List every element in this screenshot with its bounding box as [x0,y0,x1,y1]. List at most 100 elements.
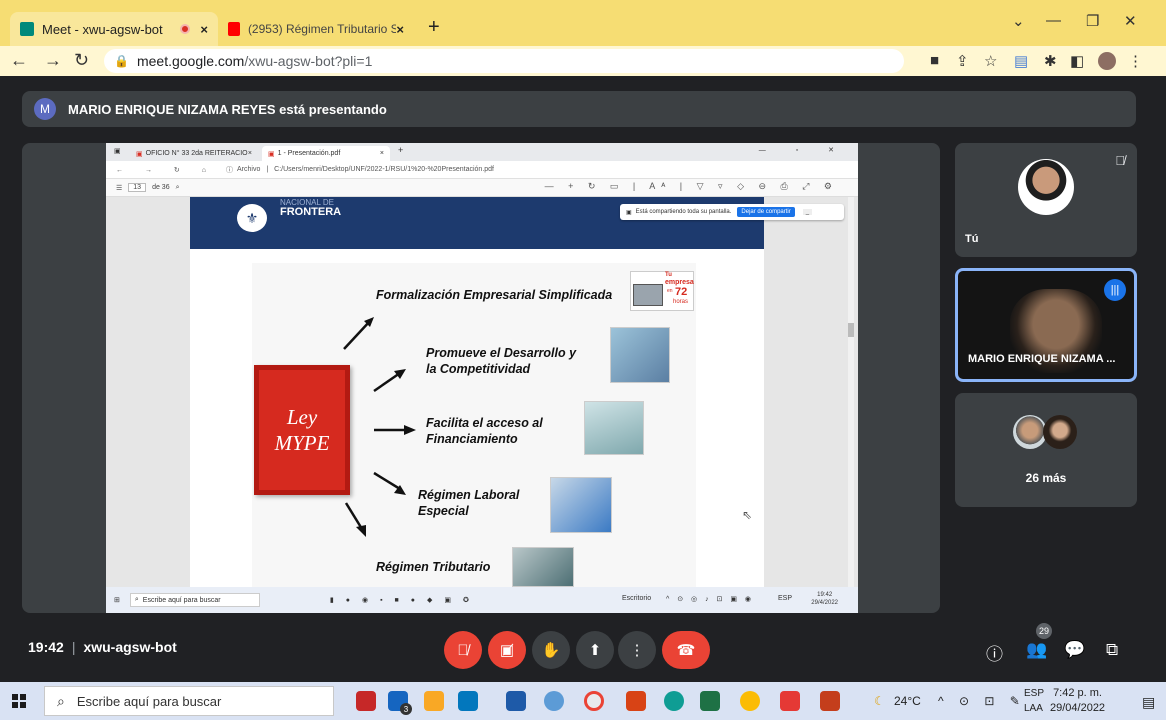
tab-search-chevron-icon[interactable]: ⌄ [1012,12,1025,30]
chrome-profile-icon[interactable] [740,691,760,711]
reload-icon[interactable]: ↻ [74,50,89,71]
search-icon: ⌕ [57,692,65,709]
more-participants-tile[interactable]: 26 más [955,393,1137,507]
system-clock[interactable]: 7:42 p. m. 29/04/2022 [1050,686,1105,716]
powerpoint-bookmark-icon[interactable] [626,691,646,711]
camera-off-icon: ▣̸ [499,642,515,659]
present-button[interactable]: ⬆ [576,631,614,669]
clock-time: 7:42 p. m. [1053,687,1102,699]
org-line-2: FRONTERA [280,206,342,218]
extensions-puzzle-icon[interactable]: ✱ [1044,52,1057,70]
url-path: /xwu-agsw-bot?pli=1 [244,53,373,69]
more-options-button[interactable]: ⋮ [618,631,656,669]
address-bar[interactable]: 🔒 meet.google.com/xwu-agsw-bot?pli=1 [104,49,904,73]
mail-app-icon[interactable] [356,691,376,711]
pdf-page-total: de 36 [152,184,170,191]
weather-temperature[interactable]: 24°C [894,694,921,708]
chrome-app-icon[interactable] [584,691,604,711]
taskbar-search-input[interactable]: ⌕ Escribe aquí para buscar [44,686,334,716]
mype-text: MYPE [274,431,330,455]
windows-taskbar: ⌕ Escribe aquí para buscar 3 ☾ 24°C ^ ⊙ … [0,682,1166,720]
office-workers-illustration [550,477,612,533]
shared-tab-presentacion-title: 1 - Presentación.pdf [277,150,341,157]
profile-avatar[interactable] [1098,52,1116,70]
leave-call-button[interactable]: ☎ [662,631,710,669]
windows-start-icon[interactable] [12,694,26,708]
archivo-label: Archivo [237,166,261,173]
meeting-details-info-icon[interactable]: ⓘ [986,640,1003,665]
present-screen-icon: ⬆ [588,642,602,659]
store-app-icon[interactable] [458,691,478,711]
edge-legacy-icon[interactable] [544,691,564,711]
outlook-app-icon[interactable]: 3 [388,691,412,715]
taskbar-search-placeholder: Escribe aquí para buscar [76,693,222,709]
mail-badge: 3 [400,703,412,715]
system-tray-icons[interactable]: ^ ⊙ ⊡ ✎ [938,694,1026,708]
meet-control-bar: 19:42 | xwu-agsw-bot 🎙̸ ▣̸ ✋ ⬆ ⋮ ☎ ⓘ 👥 29 … [0,623,1166,673]
self-name: Tú [965,233,979,245]
edge-app-icon[interactable] [664,691,684,711]
tab-meet-close-icon[interactable]: × [200,22,208,37]
slide-header: ⚜ NACIONAL DE FRONTERA ▣ Está compartien… [190,197,844,249]
shared-clock: 19:42 29/4/2022 [811,592,838,606]
chat-icon[interactable]: 💬 [1064,640,1085,660]
file-explorer-icon[interactable] [424,691,444,711]
tab-meet-title: Meet - xwu-agsw-bot [42,21,163,37]
raise-hand-button[interactable]: ✋ [532,631,570,669]
activities-icon[interactable]: ⧉ [1106,640,1118,660]
docs-extension-icon[interactable]: ▤ [1014,52,1028,70]
ley-text: Ley [286,405,318,429]
hang-up-icon: ☎ [676,642,696,659]
bookmark-star-icon[interactable]: ☆ [984,52,997,70]
pdf-scrollbar [848,197,854,587]
university-logo: ⚜ [234,201,270,235]
screen-share-notice: ▣ Está compartiendo toda su pantalla. De… [620,204,844,220]
shared-browser-window: ▣ ▣ OFICIO N° 33 2da REITERACIO × ▣ 1 - … [106,143,858,613]
meet-favicon-icon [20,22,34,36]
forward-arrow-icon[interactable]: → [44,50,62,71]
tab-youtube[interactable]: (2953) Régimen Tributario Sunat × [218,12,414,46]
close-window-button[interactable]: ✕ [1124,12,1137,30]
menu-kebab-icon[interactable]: ⋮ [1128,52,1143,70]
hide-notice-button: _ [802,209,813,215]
tab-youtube-close-icon[interactable]: × [396,22,404,37]
powerpoint-app-icon[interactable] [820,691,840,711]
slide-content: Ley MYPE Formalización Empresarial Simpl… [252,263,696,593]
back-arrow-icon[interactable]: ← [10,50,28,71]
ley-mype-box: Ley MYPE [254,365,350,495]
acrobat-app-icon[interactable] [780,691,800,711]
shared-tab-oficio: ▣ OFICIO N° 33 2da REITERACIO × [130,146,258,161]
language-indicator[interactable]: ESP LAA [1024,686,1044,716]
self-tile[interactable]: 🎙̸ Tú [955,143,1137,257]
item-laboral: Régimen Laboral Especial [418,488,520,518]
excel-app-icon[interactable] [700,691,720,711]
minimize-button[interactable]: — [1046,12,1061,29]
new-tab-button[interactable]: + [428,16,440,39]
notifications-icon[interactable]: ▤ [1142,694,1155,711]
shared-nav-icons: ← → ↻ ⌂ [116,166,216,174]
shared-windows-taskbar: ⊞ ⌕ Escribe aquí para buscar ▮●◉▪■●◆▣✪ E… [106,587,858,613]
camera-icon[interactable]: ■ [930,52,939,69]
weather-moon-icon[interactable]: ☾ [874,694,885,708]
pdf-slide: ⚜ NACIONAL DE FRONTERA ▣ Está compartien… [190,197,844,593]
restore-button[interactable]: ❐ [1086,12,1099,30]
money-illustration [584,401,644,455]
meeting-time: 19:42 [28,639,64,655]
word-app-icon[interactable] [506,691,526,711]
camera-toggle-button[interactable]: ▣̸ [488,631,526,669]
youtube-favicon-icon [228,22,240,36]
tab-meet[interactable]: Meet - xwu-agsw-bot × [10,12,218,46]
people-icon[interactable]: 👥 [1026,640,1047,660]
shared-window-controls: — ▫ ✕ [758,147,848,154]
sidepanel-icon[interactable]: ◧ [1070,52,1084,70]
speaker-tile[interactable]: ||| MARIO ENRIQUE NIZAMA ... [955,268,1137,382]
speaker-name: MARIO ENRIQUE NIZAMA ... [968,353,1116,365]
mouse-cursor-icon: ⇖ [742,508,753,522]
shared-tab-presentacion: ▣ 1 - Presentación.pdf × [262,146,390,161]
mic-toggle-button[interactable]: 🎙̸ [444,631,482,669]
stop-sharing-button: Dejar de compartir [737,207,795,217]
share-icon[interactable]: ⇪ [956,52,969,70]
pdf-icon: ▣ [268,150,275,158]
shared-desktop-label: Escritorio [622,595,652,602]
pdf-search-icon: ⌕ [175,183,180,191]
